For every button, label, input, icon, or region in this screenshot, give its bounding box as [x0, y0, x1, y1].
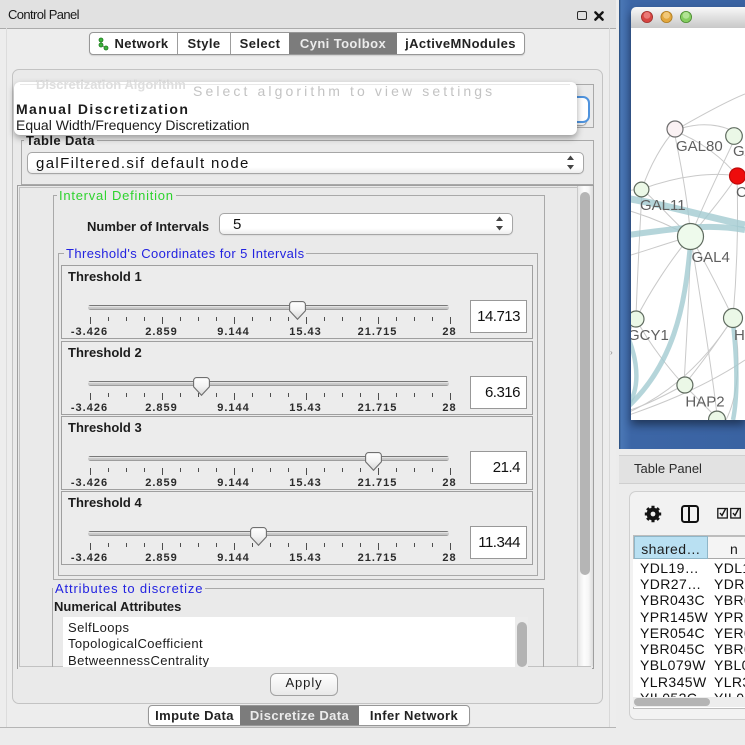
svg-text:H: H	[734, 327, 745, 344]
svg-text:GAL11: GAL11	[640, 197, 686, 214]
svg-text:GCY1: GCY1	[631, 327, 669, 344]
svg-text:HAP2: HAP2	[685, 394, 724, 411]
svg-text:GA: GA	[733, 143, 745, 160]
svg-text:CO: CO	[736, 184, 745, 201]
svg-text:GAL80: GAL80	[676, 138, 723, 155]
svg-text:GAL4: GAL4	[692, 249, 730, 266]
